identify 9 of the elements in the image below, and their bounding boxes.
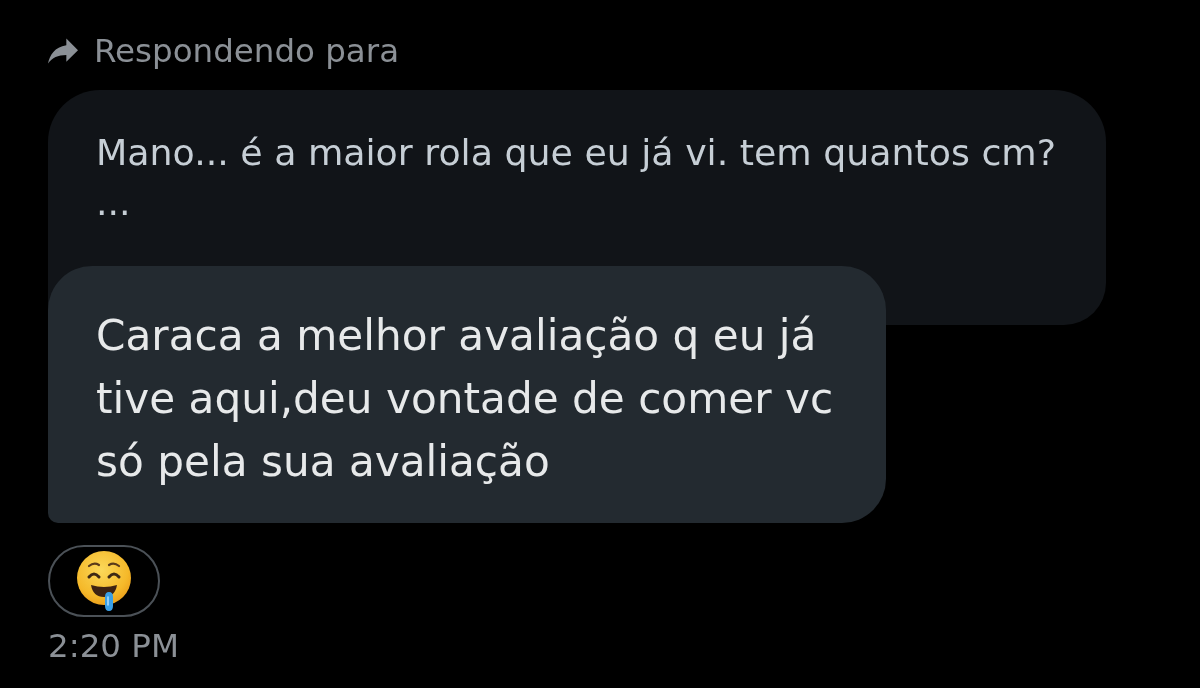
drooling-face-icon [76,550,132,612]
reaction-pill[interactable] [48,545,160,617]
message-text: Caraca a melhor avaliação q eu já tive aqui,deu vontade de comer vc só pela sua avaliação [96,310,835,488]
reply-label: Respondendo para [94,32,400,70]
reply-arrow-icon [48,37,78,65]
quoted-message-bubble[interactable]: Mano... é a maior rola que eu já vi. tem quantos cm? ... [48,90,1106,266]
message-timestamp: 2:20 PM [48,626,179,667]
quoted-message-text: Mano... é a maior rola que eu já vi. tem quantos cm? ... [96,130,1057,226]
message-bubble[interactable]: Caraca a melhor avaliação q eu já tive aqui,deu vontade de comer vc só pela sua avaliação [48,266,886,523]
